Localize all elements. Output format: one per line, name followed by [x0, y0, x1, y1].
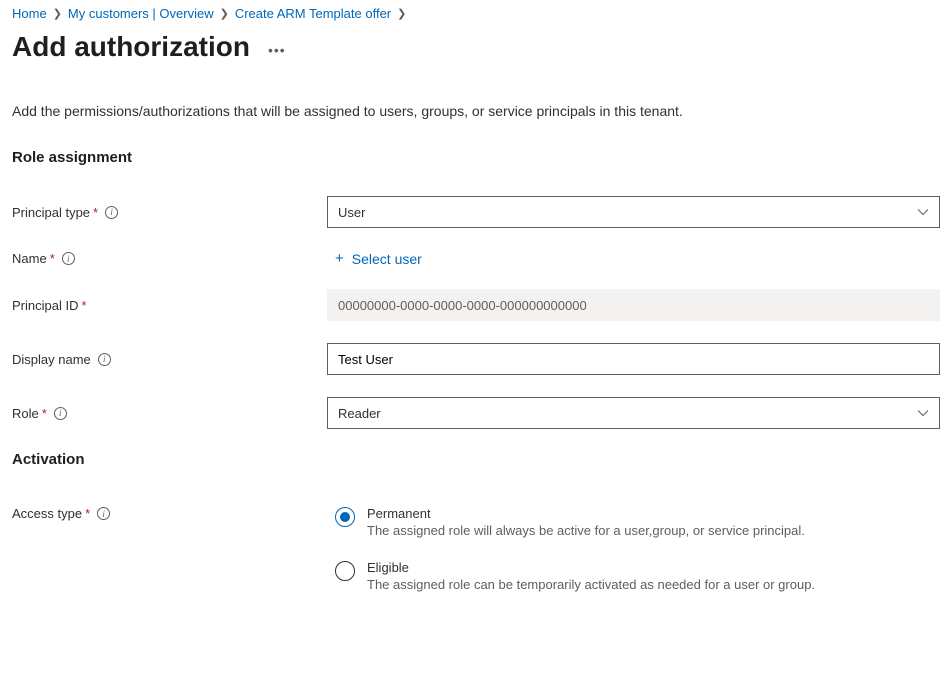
chevron-right-icon: ❯: [220, 7, 229, 20]
chevron-right-icon: ❯: [397, 7, 406, 20]
radio-permanent-desc: The assigned role will always be active …: [367, 523, 805, 538]
page-description: Add the permissions/authorizations that …: [12, 103, 940, 119]
info-icon[interactable]: i: [97, 507, 110, 520]
more-icon[interactable]: •••: [268, 36, 286, 58]
radio-permanent[interactable]: Permanent The assigned role will always …: [335, 506, 940, 538]
required-star: *: [42, 406, 47, 421]
required-star: *: [50, 251, 55, 266]
info-icon[interactable]: i: [98, 353, 111, 366]
label-name: Name * i: [12, 251, 327, 266]
row-principal-type: Principal type * i User: [12, 196, 940, 228]
chevron-down-icon: [917, 407, 929, 419]
radio-eligible-desc: The assigned role can be temporarily act…: [367, 577, 815, 592]
select-user-button[interactable]: + Select user: [327, 250, 422, 267]
label-principal-type: Principal type * i: [12, 205, 327, 220]
select-user-label: Select user: [352, 251, 422, 267]
chevron-right-icon: ❯: [53, 7, 62, 20]
required-star: *: [85, 506, 90, 521]
select-role[interactable]: Reader: [327, 397, 940, 429]
row-name: Name * i + Select user: [12, 250, 940, 267]
label-access-type: Access type * i: [12, 506, 327, 521]
radio-icon: [335, 561, 355, 581]
plus-icon: +: [335, 250, 344, 267]
section-role-assignment: Role assignment: [12, 149, 940, 166]
breadcrumb-create-offer[interactable]: Create ARM Template offer: [235, 6, 391, 21]
select-principal-type[interactable]: User: [327, 196, 940, 228]
breadcrumb-customers[interactable]: My customers | Overview: [68, 6, 214, 21]
info-icon[interactable]: i: [105, 206, 118, 219]
chevron-down-icon: [917, 206, 929, 218]
info-icon[interactable]: i: [54, 407, 67, 420]
breadcrumb: Home ❯ My customers | Overview ❯ Create …: [12, 0, 940, 31]
input-display-name[interactable]: [327, 343, 940, 375]
input-principal-id-placeholder: 00000000-0000-0000-0000-000000000000: [338, 298, 587, 313]
radio-eligible[interactable]: Eligible The assigned role can be tempor…: [335, 560, 940, 592]
select-role-value: Reader: [338, 406, 381, 421]
required-star: *: [93, 205, 98, 220]
label-role: Role * i: [12, 406, 327, 421]
select-principal-type-value: User: [338, 205, 365, 220]
breadcrumb-home[interactable]: Home: [12, 6, 47, 21]
page-title-row: Add authorization •••: [12, 31, 940, 63]
radio-eligible-label: Eligible: [367, 560, 815, 575]
row-role: Role * i Reader: [12, 397, 940, 429]
page-title: Add authorization: [12, 31, 250, 63]
required-star: *: [81, 298, 86, 313]
info-icon[interactable]: i: [62, 252, 75, 265]
label-principal-id: Principal ID *: [12, 298, 327, 313]
label-display-name: Display name i: [12, 352, 327, 367]
row-display-name: Display name i: [12, 343, 940, 375]
radio-icon: [335, 507, 355, 527]
input-principal-id: 00000000-0000-0000-0000-000000000000: [327, 289, 940, 321]
row-access-type: Access type * i Permanent The assigned r…: [12, 506, 940, 614]
radio-permanent-label: Permanent: [367, 506, 805, 521]
section-activation: Activation: [12, 451, 940, 468]
row-principal-id: Principal ID * 00000000-0000-0000-0000-0…: [12, 289, 940, 321]
